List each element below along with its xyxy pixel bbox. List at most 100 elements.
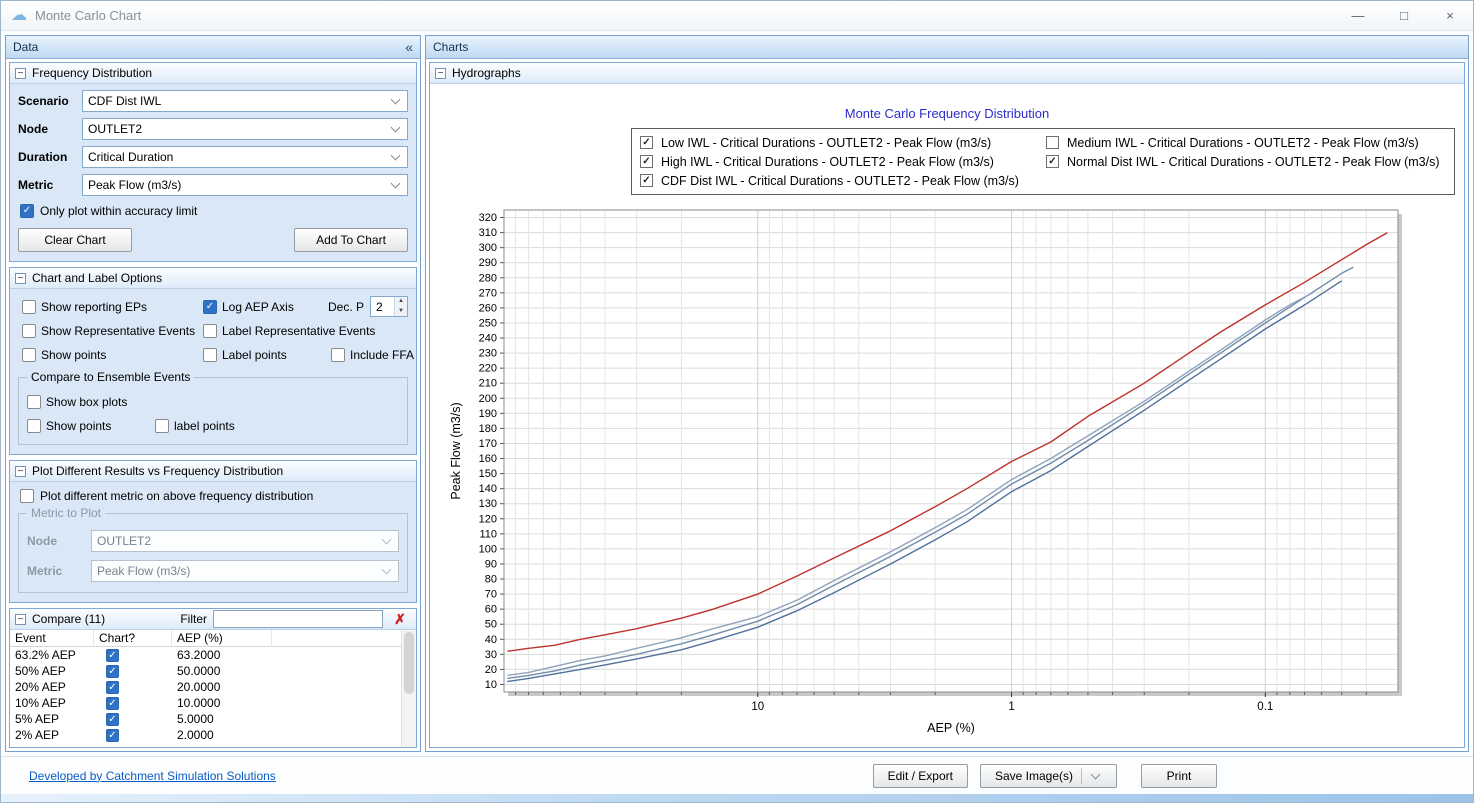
clear-chart-button[interactable]: Clear Chart	[18, 228, 132, 252]
data-panel-header: Data «	[6, 36, 420, 59]
column-header-chart[interactable]: Chart?	[94, 630, 172, 646]
row-chart-checkbox[interactable]: ✓	[106, 649, 119, 662]
compare-table-row[interactable]: 63.2% AEP✓63.2000	[10, 647, 416, 663]
event-cell: 5% AEP	[10, 712, 94, 726]
spin-down-icon[interactable]: ▼	[395, 307, 407, 317]
chart-cell: ✓	[94, 665, 172, 678]
chart-cell: ✓	[94, 729, 172, 742]
label-points-label: Label points	[222, 348, 287, 362]
charts-panel-header: Charts	[426, 36, 1468, 59]
frequency-distribution-title: Frequency Distribution	[32, 66, 152, 80]
metric-value: Peak Flow (m3/s)	[88, 178, 388, 192]
compare-table-row[interactable]: 50% AEP✓50.0000	[10, 663, 416, 679]
legend-series-label: Normal Dist IWL - Critical Durations - O…	[1067, 155, 1440, 169]
legend-series-checkbox[interactable]: ✓	[640, 136, 653, 149]
main-area: Data « − Frequency Distribution Scenario…	[1, 31, 1473, 756]
compare-table: Event Chart? AEP (%) 63.2% AEP✓63.200050…	[10, 630, 416, 747]
filter-input[interactable]	[213, 610, 383, 628]
svg-text:280: 280	[479, 272, 497, 284]
row-chart-checkbox[interactable]: ✓	[106, 665, 119, 678]
label-points-checkbox[interactable]	[203, 348, 217, 362]
legend-item: Medium IWL - Critical Durations - OUTLET…	[1046, 133, 1454, 152]
chart-legend: ✓Low IWL - Critical Durations - OUTLET2 …	[631, 128, 1455, 195]
chart-label-options-header[interactable]: − Chart and Label Options	[10, 268, 416, 289]
column-header-event[interactable]: Event	[10, 630, 94, 646]
scenario-label: Scenario	[18, 94, 82, 108]
chart-label-options-title: Chart and Label Options	[32, 271, 162, 285]
log-aep-axis-checkbox[interactable]: ✓	[203, 300, 217, 314]
svg-text:1: 1	[1008, 701, 1014, 713]
collapse-section-icon[interactable]: −	[15, 614, 26, 625]
duration-select[interactable]: Critical Duration	[82, 146, 408, 168]
plot-different-results-header[interactable]: − Plot Different Results vs Frequency Di…	[10, 461, 416, 482]
dec-p-spinner[interactable]: 2 ▲ ▼	[370, 296, 408, 317]
print-button[interactable]: Print	[1141, 764, 1217, 788]
svg-text:320: 320	[479, 212, 497, 224]
legend-item: ✓High IWL - Critical Durations - OUTLET2…	[640, 152, 1046, 171]
compare-table-header: Event Chart? AEP (%)	[10, 630, 416, 647]
save-images-button[interactable]: Save Image(s)	[980, 764, 1117, 788]
minimize-button[interactable]: —	[1335, 1, 1381, 30]
compare-table-row[interactable]: 5% AEP✓5.0000	[10, 711, 416, 727]
ensemble-events-fieldset: Compare to Ensemble Events Show box plot…	[18, 377, 408, 445]
scrollbar-thumb[interactable]	[404, 632, 414, 694]
collapse-section-icon[interactable]: −	[15, 68, 26, 79]
credit-link[interactable]: Developed by Catchment Simulation Soluti…	[29, 769, 276, 783]
row-chart-checkbox[interactable]: ✓	[106, 713, 119, 726]
include-ffa-checkbox[interactable]	[331, 348, 345, 362]
row-chart-checkbox[interactable]: ✓	[106, 681, 119, 694]
hydrographs-group: − Hydrographs Monte Carlo Frequency Dist…	[429, 62, 1465, 748]
filter-label: Filter	[180, 612, 207, 626]
row-chart-checkbox[interactable]: ✓	[106, 729, 119, 742]
legend-item: ✓Low IWL - Critical Durations - OUTLET2 …	[640, 133, 1046, 152]
collapse-section-icon[interactable]: −	[15, 466, 26, 477]
legend-series-checkbox[interactable]: ✓	[1046, 155, 1059, 168]
plot-different-metric-checkbox[interactable]	[20, 489, 34, 503]
show-points-checkbox[interactable]	[22, 348, 36, 362]
svg-text:20: 20	[485, 664, 497, 676]
legend-series-label: Medium IWL - Critical Durations - OUTLET…	[1067, 136, 1419, 150]
close-button[interactable]: ×	[1427, 1, 1473, 30]
frequency-distribution-header[interactable]: − Frequency Distribution	[10, 63, 416, 84]
metric-select[interactable]: Peak Flow (m3/s)	[82, 174, 408, 196]
app-cloud-icon: ☁	[11, 8, 27, 24]
node-value: OUTLET2	[88, 122, 388, 136]
hydrographs-header[interactable]: − Hydrographs	[430, 63, 1464, 84]
ensemble-show-points-checkbox[interactable]	[27, 419, 41, 433]
clear-filter-icon[interactable]: ✗	[389, 611, 411, 628]
label-representative-events-checkbox[interactable]	[203, 324, 217, 338]
ensemble-label-points-checkbox[interactable]	[155, 419, 169, 433]
scenario-select[interactable]: CDF Dist IWL	[82, 90, 408, 112]
node-select[interactable]: OUTLET2	[82, 118, 408, 140]
maximize-button[interactable]: □	[1381, 1, 1427, 30]
compare-table-row[interactable]: 10% AEP✓10.0000	[10, 695, 416, 711]
accuracy-limit-label: Only plot within accuracy limit	[40, 204, 197, 218]
edit-export-button[interactable]: Edit / Export	[873, 764, 968, 788]
show-box-plots-checkbox[interactable]	[27, 395, 41, 409]
event-cell: 20% AEP	[10, 680, 94, 694]
compare-table-row[interactable]: 2% AEP✓2.0000	[10, 727, 416, 743]
bottom-bar: Developed by Catchment Simulation Soluti…	[1, 756, 1473, 794]
collapse-section-icon[interactable]: −	[15, 273, 26, 284]
compare-table-row[interactable]: 20% AEP✓20.0000	[10, 679, 416, 695]
scrollbar[interactable]	[401, 630, 416, 747]
add-to-chart-button[interactable]: Add To Chart	[294, 228, 408, 252]
legend-series-checkbox[interactable]: ✓	[640, 174, 653, 187]
legend-series-checkbox[interactable]: ✓	[640, 155, 653, 168]
collapse-panel-button[interactable]: «	[405, 40, 413, 54]
collapse-section-icon[interactable]: −	[435, 68, 446, 79]
svg-text:30: 30	[485, 649, 497, 661]
event-cell: 50% AEP	[10, 664, 94, 678]
accuracy-limit-checkbox[interactable]: ✓	[20, 204, 34, 218]
column-header-aep[interactable]: AEP (%)	[172, 630, 272, 646]
spin-up-icon[interactable]: ▲	[395, 297, 407, 307]
window-controls: — □ ×	[1335, 1, 1473, 30]
show-representative-events-checkbox[interactable]	[22, 324, 36, 338]
hydrographs-title: Hydrographs	[452, 66, 521, 80]
legend-series-checkbox[interactable]	[1046, 136, 1059, 149]
plot-node-label: Node	[27, 534, 91, 548]
plot-node-value: OUTLET2	[97, 534, 379, 548]
row-chart-checkbox[interactable]: ✓	[106, 697, 119, 710]
show-reporting-eps-checkbox[interactable]	[22, 300, 36, 314]
event-cell: 10% AEP	[10, 696, 94, 710]
